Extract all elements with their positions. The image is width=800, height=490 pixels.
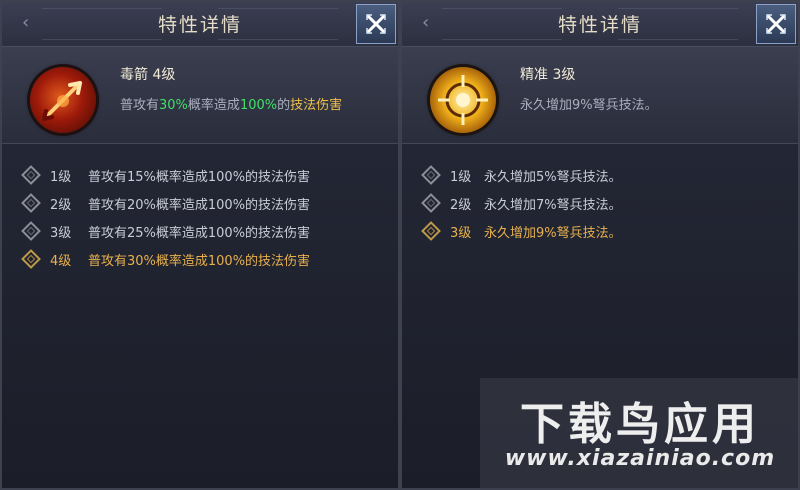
level-list: 1级 普攻有15%概率造成100%的技法伤害 2级 普攻有20%概率造成100%… bbox=[2, 162, 398, 274]
poison-arrow-icon bbox=[30, 67, 96, 133]
level-effect: 普攻有20%概率造成100%的技法伤害 bbox=[88, 198, 311, 213]
level-row-current: 4级 普攻有30%概率造成100%的技法伤害 bbox=[2, 246, 398, 274]
title-bar: ‹ 特性详情 bbox=[2, 2, 398, 47]
skill-name: 精准 3级 bbox=[520, 67, 576, 83]
diamond-bullet-icon bbox=[21, 249, 41, 269]
title-bar: ‹ 特性详情 bbox=[402, 2, 798, 47]
level-row: 1级 永久增加5%弩兵技法。 bbox=[402, 162, 798, 190]
level-label: 4级 bbox=[50, 254, 72, 269]
diamond-bullet-icon bbox=[21, 193, 41, 213]
trait-detail-panel-left: ‹ 特性详情 毒箭 4级 普攻有30%概率造成100%的技法伤害 1级 普攻有1… bbox=[0, 0, 400, 490]
level-label: 2级 bbox=[450, 198, 472, 213]
level-list: 1级 永久增加5%弩兵技法。 2级 永久增加7%弩兵技法。 3级 永久增加9%弩… bbox=[402, 162, 798, 246]
level-label: 3级 bbox=[450, 226, 472, 241]
level-row: 1级 普攻有15%概率造成100%的技法伤害 bbox=[2, 162, 398, 190]
diamond-bullet-icon bbox=[421, 221, 441, 241]
diamond-bullet-icon bbox=[421, 165, 441, 185]
panel-title: 特性详情 bbox=[157, 14, 242, 36]
level-effect: 永久增加9%弩兵技法。 bbox=[484, 226, 622, 241]
level-effect: 普攻有25%概率造成100%的技法伤害 bbox=[88, 226, 311, 241]
site-watermark: 下载鸟应用 www.xiazainiao.com bbox=[480, 378, 800, 490]
close-icon bbox=[766, 14, 786, 34]
precision-target-icon bbox=[430, 67, 496, 133]
close-icon bbox=[366, 14, 386, 34]
watermark-title: 下载鸟应用 bbox=[520, 399, 760, 450]
target-glyph-icon bbox=[438, 75, 488, 125]
diamond-bullet-icon bbox=[421, 193, 441, 213]
level-effect: 普攻有15%概率造成100%的技法伤害 bbox=[88, 170, 311, 185]
level-row: 2级 永久增加7%弩兵技法。 bbox=[402, 190, 798, 218]
skill-description: 普攻有30%概率造成100%的技法伤害 bbox=[120, 98, 343, 113]
diamond-bullet-icon bbox=[21, 221, 41, 241]
level-row: 2级 普攻有20%概率造成100%的技法伤害 bbox=[2, 190, 398, 218]
level-label: 2级 bbox=[50, 198, 72, 213]
level-effect: 永久增加7%弩兵技法。 bbox=[484, 198, 622, 213]
level-row-current: 3级 永久增加9%弩兵技法。 bbox=[402, 218, 798, 246]
level-label: 3级 bbox=[50, 226, 72, 241]
close-button[interactable] bbox=[756, 4, 796, 44]
level-label: 1级 bbox=[450, 170, 472, 185]
level-row: 3级 普攻有25%概率造成100%的技法伤害 bbox=[2, 218, 398, 246]
skill-header: 精准 3级 永久增加9%弩兵技法。 bbox=[402, 47, 798, 144]
skill-header: 毒箭 4级 普攻有30%概率造成100%的技法伤害 bbox=[2, 47, 398, 144]
skill-description: 永久增加9%弩兵技法。 bbox=[520, 98, 658, 113]
level-effect: 普攻有30%概率造成100%的技法伤害 bbox=[88, 254, 311, 269]
close-button[interactable] bbox=[356, 4, 396, 44]
panel-title: 特性详情 bbox=[557, 14, 642, 36]
level-effect: 永久增加5%弩兵技法。 bbox=[484, 170, 622, 185]
diamond-bullet-icon bbox=[21, 165, 41, 185]
level-label: 1级 bbox=[50, 170, 72, 185]
skill-name: 毒箭 4级 bbox=[120, 67, 176, 83]
arrow-glyph-icon bbox=[42, 81, 82, 121]
watermark-url: www.xiazainiao.com bbox=[504, 446, 776, 471]
